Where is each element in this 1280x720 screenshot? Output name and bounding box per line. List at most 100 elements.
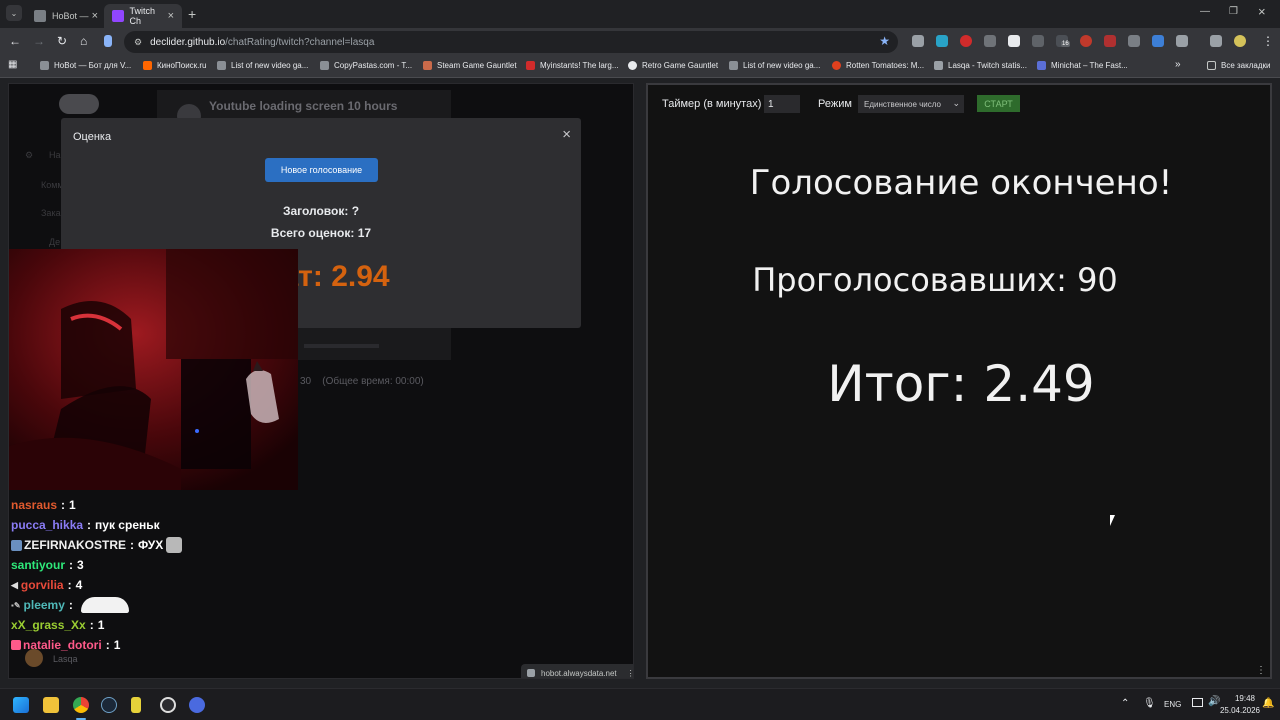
chat-username: santiyour [11,558,66,572]
extension-glasses-icon[interactable] [984,35,996,47]
vote-heading-line: Заголовок: ? [282,204,360,218]
microphone-icon[interactable]: 🎙 [1143,698,1156,709]
bookmark-label: CopyPastas.com - T... [334,61,413,70]
chat-emote-icon [80,597,129,613]
restore-icon[interactable]: ❐ [1229,6,1238,17]
url-path: /chatRating/twitch?channel=lasqa [225,36,375,48]
forward-arrow-icon[interactable]: → [33,34,45,48]
chat-app-icon[interactable] [189,697,205,713]
extension-red-icon[interactable] [960,35,972,47]
home-icon[interactable]: ⌂ [80,34,87,48]
chat-message: ZEFIRNAKOSTRE: ФУХ [9,535,303,555]
steam-icon[interactable] [101,697,117,713]
extension-seven-tv-icon[interactable] [936,35,948,47]
bookmark-item[interactable]: Steam Game Gauntlet [423,61,517,70]
tab-hobot[interactable]: HoBot — × [26,4,106,28]
apps-grid-icon[interactable]: ▦ [8,59,17,70]
chat-message: natalie_dotori:1 [9,635,303,655]
bookmark-item[interactable]: List of new video ga... [217,61,308,70]
close-tab-icon[interactable]: × [168,10,174,22]
steam-gauntlet-bookmark-icon [423,61,432,70]
close-icon[interactable]: × [562,126,571,143]
chrome-icon[interactable] [73,697,89,713]
file-explorer-icon[interactable] [43,697,59,713]
bg-sidebar-item: На [49,150,61,160]
obs-icon[interactable] [160,697,176,713]
chat-message: ◀ gorvilia:4 [9,575,303,595]
status-url-bubble: hobot.alwaysdata.net ⋮ [521,664,633,678]
timer-input[interactable] [764,95,800,113]
volume-icon[interactable]: 🔊 [1208,696,1220,707]
profile-avatar-icon[interactable] [1234,35,1246,47]
bookmark-item[interactable]: HoBot — Бот для V... [40,61,131,70]
bookmark-label: HoBot — Бот для V... [54,61,132,70]
game-bar-icon[interactable] [131,697,141,713]
back-arrow-icon[interactable]: ← [9,34,21,48]
close-window-icon[interactable]: × [1258,4,1266,19]
chat-username: pucca_hikka [11,518,84,532]
clock-date[interactable]: 25.04.2026 [1220,706,1260,715]
bookmark-item[interactable]: Retro Game Gauntlet [628,61,718,70]
reading-mode-icon[interactable] [104,35,112,47]
bookmark-item[interactable]: Lasqa - Twitch statis... [934,61,1027,70]
address-bar[interactable]: ⚙ declider.github.io/chatRating/twitch?c… [124,31,898,53]
extension-database-icon[interactable] [912,35,924,47]
rotten-tomatoes-bookmark-icon [832,61,841,70]
bookmark-label: Retro Game Gauntlet [642,61,719,70]
show-hidden-icons-chevron-icon[interactable]: ⌃ [1121,698,1129,709]
new-vote-button[interactable]: Новое голосование [265,158,378,182]
playlist-icon[interactable] [1210,35,1222,47]
chat-message: santiyour:3 [9,555,303,575]
chat-text: 1 [97,618,105,632]
bookmark-item[interactable]: КиноПоиск.ru [143,61,207,70]
minimize-icon[interactable]: — [1200,6,1210,17]
bookmark-label: Steam Game Gauntlet [437,61,517,70]
windows-start-icon[interactable] [13,697,29,713]
more-bookmarks-chevron-icon[interactable]: » [1175,59,1181,70]
mode-select[interactable]: Единственное число ⌄ [858,95,964,113]
extension-wave-icon[interactable] [1152,35,1164,47]
hobot-bookmark-icon [40,61,49,70]
status-menu-icon[interactable]: ⋮ [627,669,633,678]
pane-menu-icon[interactable]: ⋮ [1256,665,1266,676]
all-bookmarks-folder[interactable]: Все закладки [1207,61,1270,70]
hobot-logo [59,94,99,114]
clock-time[interactable]: 19:48 [1235,694,1255,703]
chat-text: пук среньк [95,518,160,532]
twitch-stats-bookmark-icon [934,61,943,70]
reload-icon[interactable]: ↻ [57,34,67,48]
bookmark-item[interactable]: CopyPastas.com - T... [320,61,412,70]
chat-username: ZEFIRNAKOSTRE [24,538,126,552]
language-indicator[interactable]: ENG [1164,700,1181,709]
extensions-puzzle-icon[interactable] [1176,35,1188,47]
site-info-icon[interactable]: ⚙ [134,37,142,48]
bookmark-label: List of new video ga... [743,61,821,70]
bookmark-item[interactable]: Rotten Tomatoes: M... [832,61,924,70]
extension-b-icon[interactable] [1104,35,1116,47]
extension-target-icon[interactable] [1080,35,1092,47]
bookmark-item[interactable]: List of new video ga... [729,61,820,70]
bg-sidebar-item: Зака [41,208,61,218]
tab-title: Twitch Ch [129,6,156,26]
extension-grey-icon[interactable] [1032,35,1044,47]
network-icon[interactable] [1192,698,1203,707]
start-button[interactable]: СТАРТ [977,95,1020,112]
bookmark-item[interactable]: Myinstants! The larg... [526,61,619,70]
chat-separator: : [67,578,72,592]
chat-username: xX_grass_Xx [11,618,86,632]
bookmark-item[interactable]: Minichat – The Fast... [1037,61,1128,70]
tab-search-button[interactable]: ⌄ [6,5,22,21]
bg-user-name: Lasqa [53,654,78,664]
webcam-overlay [9,249,298,490]
notification-bell-icon[interactable]: 🔔 [1262,698,1274,709]
browser-menu-icon[interactable]: ⋮ [1262,34,1274,48]
timer-label: Таймер (в минутах) [662,98,762,110]
new-tab-plus-icon[interactable]: + [188,6,196,22]
vote-over-heading: Голосование окончено! [749,163,1173,203]
extension-counter-icon[interactable]: 16 [1056,35,1070,47]
bookmark-star-icon[interactable]: ★ [879,34,890,48]
close-tab-icon[interactable]: × [92,10,98,22]
tab-twitch[interactable]: Twitch Ch × [104,4,182,28]
extension-badge-icon[interactable] [1008,35,1020,47]
extension-screen-icon[interactable] [1128,35,1140,47]
